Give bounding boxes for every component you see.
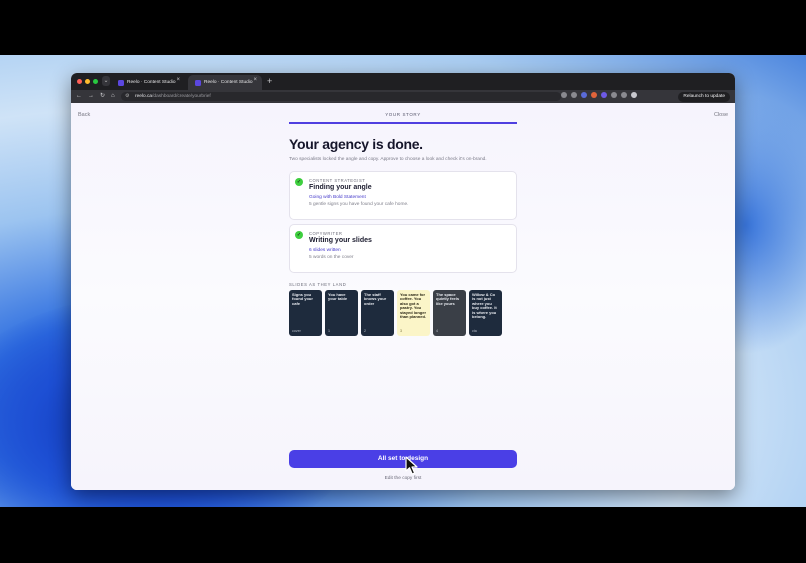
- tab-close-icon[interactable]: ×: [176, 77, 180, 83]
- tab-title: Reelo · Content Studio: [204, 80, 253, 85]
- extension-icon[interactable]: [591, 92, 597, 98]
- close-window-button[interactable]: [77, 79, 82, 84]
- page-title: Your agency is done.: [289, 136, 423, 152]
- profile-avatar-icon[interactable]: [631, 92, 637, 98]
- slide-thumbnail[interactable]: The space quietly feels like yours 4: [433, 290, 466, 336]
- favicon-icon: [195, 79, 201, 86]
- slide-text: The space quietly feels like yours: [436, 292, 460, 306]
- slide-thumbnail[interactable]: Signs you found your cafe cover: [289, 290, 322, 336]
- extension-icon[interactable]: [601, 92, 607, 98]
- maximize-window-button[interactable]: [93, 79, 98, 84]
- edit-copy-link[interactable]: Edit the copy first: [289, 476, 517, 481]
- mouse-pointer-icon: [405, 456, 418, 475]
- step-label: YOUR STORY: [385, 112, 421, 117]
- url-text: reelo.ca/dashboard/create/yourbrief: [135, 94, 211, 99]
- url-path: /dashboard/create/yourbrief: [152, 93, 211, 99]
- card-desc: 5 words on the cover: [309, 255, 354, 260]
- slide-text: The staff knows your order: [364, 292, 387, 306]
- slides-section-label: SLIDES AS THEY LAND: [289, 282, 347, 287]
- browser-window: ⌄ Reelo · Content Studio × Reelo · Conte…: [71, 73, 735, 490]
- puzzle-icon[interactable]: [611, 92, 617, 98]
- card-link[interactable]: Going with Bold Statement: [309, 195, 366, 200]
- slide-thumbnail[interactable]: Willow & Co is not just where you buy co…: [469, 290, 502, 336]
- install-icon[interactable]: [561, 92, 567, 98]
- slide-text: You came for coffee. You also got a past…: [400, 292, 427, 320]
- step-progress-bar: [289, 122, 517, 124]
- tab-close-icon[interactable]: ×: [253, 77, 257, 83]
- check-icon: ✓: [295, 178, 303, 186]
- new-tab-icon[interactable]: +: [267, 75, 272, 87]
- card-title: Writing your slides: [309, 237, 372, 244]
- slide-thumbnail[interactable]: You came for coffee. You also got a past…: [397, 290, 430, 336]
- back-arrow-icon[interactable]: ←: [76, 92, 82, 101]
- close-link[interactable]: Close: [714, 112, 728, 118]
- reload-icon[interactable]: ↻: [100, 92, 105, 101]
- slide-text: Willow & Co is not just where you buy co…: [472, 292, 497, 320]
- bookmark-star-icon[interactable]: [571, 92, 577, 98]
- slide-number: 3: [400, 329, 402, 333]
- tab-1[interactable]: Reelo · Content Studio ×: [111, 75, 185, 90]
- extension-icons: [561, 92, 637, 98]
- check-icon: ✓: [295, 231, 303, 239]
- back-link[interactable]: Back: [78, 112, 90, 118]
- slide-text: You have your table: [328, 292, 348, 302]
- tab-2[interactable]: Reelo · Content Studio ×: [188, 75, 262, 90]
- browser-toolbar: ← → ↻ ⌂ ⚙ reelo.ca/dashboard/create/your…: [71, 90, 735, 103]
- nav-controls: ← → ↻ ⌂: [76, 92, 115, 101]
- progress-fill: [289, 122, 517, 124]
- card-desc: 5 gentle signs you have found your cafe …: [309, 202, 409, 207]
- card-role: COPYWRITER: [309, 231, 343, 236]
- slide-number: cta: [472, 329, 477, 333]
- card-link[interactable]: 6 slides written: [309, 248, 341, 253]
- main-content: Your agency is done. Two specialists loc…: [289, 136, 517, 336]
- tab-title: Reelo · Content Studio: [127, 80, 176, 85]
- address-bar[interactable]: ⚙ reelo.ca/dashboard/create/yourbrief: [121, 92, 561, 101]
- home-icon[interactable]: ⌂: [111, 92, 115, 101]
- slides-strip: Signs you found your cafe cover You have …: [289, 290, 517, 336]
- minimize-window-button[interactable]: [85, 79, 90, 84]
- sidebar-icon[interactable]: [621, 92, 627, 98]
- page-content: Back YOUR STORY Close Your agency is don…: [71, 103, 735, 490]
- favicon-icon: [118, 79, 124, 86]
- card-role: CONTENT STRATEGIST: [309, 178, 366, 183]
- url-host: reelo.ca: [135, 93, 153, 99]
- screen: ⌄ Reelo · Content Studio × Reelo · Conte…: [0, 0, 806, 563]
- forward-arrow-icon[interactable]: →: [88, 92, 94, 101]
- slide-text: Signs you found your cafe: [292, 292, 313, 306]
- tab-search-icon[interactable]: ⌄: [102, 76, 110, 86]
- slide-thumbnail[interactable]: You have your table 1: [325, 290, 358, 336]
- window-controls: [77, 79, 98, 84]
- extension-icon[interactable]: [581, 92, 587, 98]
- page-subtitle: Two specialists locked the angle and cop…: [289, 157, 487, 162]
- slide-thumbnail[interactable]: The staff knows your order 2: [361, 290, 394, 336]
- all-set-to-design-button[interactable]: All set to design: [289, 450, 517, 468]
- slide-number: cover: [292, 329, 301, 333]
- slide-number: 4: [436, 329, 438, 333]
- slide-number: 2: [364, 329, 366, 333]
- tab-bar: ⌄ Reelo · Content Studio × Reelo · Conte…: [71, 73, 735, 90]
- card-title: Finding your angle: [309, 184, 372, 191]
- relaunch-button[interactable]: Relaunch to update: [678, 91, 730, 102]
- site-info-icon[interactable]: ⚙: [125, 93, 129, 99]
- copywriter-card: ✓ COPYWRITER Writing your slides 6 slide…: [289, 224, 517, 273]
- slide-number: 1: [328, 329, 330, 333]
- strategist-card: ✓ CONTENT STRATEGIST Finding your angle …: [289, 171, 517, 220]
